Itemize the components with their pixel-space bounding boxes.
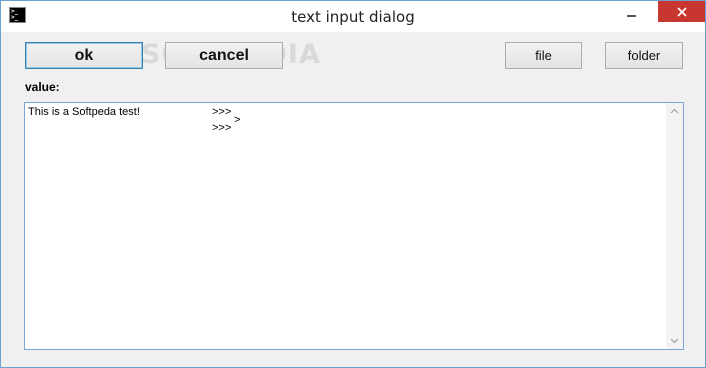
close-icon [676, 6, 687, 17]
close-button[interactable] [658, 1, 705, 22]
cancel-button[interactable]: cancel [165, 42, 283, 69]
prompt-line: >>> [212, 106, 232, 118]
prompt-line: > [234, 114, 241, 126]
scroll-up-icon[interactable] [670, 107, 679, 116]
text-line: This is a Softpeda test! [28, 106, 140, 118]
minimize-button[interactable] [614, 1, 648, 23]
scroll-down-icon[interactable] [670, 336, 679, 345]
folder-button[interactable]: folder [605, 42, 683, 69]
title-bar[interactable]: >_ >_ text input dialog [1, 1, 705, 32]
vertical-scrollbar[interactable] [666, 103, 683, 349]
dialog-window: >_ >_ text input dialog SOFTPEDIA ok can… [0, 0, 706, 368]
ok-button[interactable]: ok [25, 42, 143, 69]
window-title: text input dialog [291, 8, 415, 26]
value-label: value: [25, 80, 60, 94]
minimize-icon [626, 15, 636, 17]
value-textarea[interactable]: This is a Softpeda test! >>> > >>> [24, 102, 684, 350]
file-button[interactable]: file [505, 42, 582, 69]
prompt-line: >>> [212, 122, 232, 134]
